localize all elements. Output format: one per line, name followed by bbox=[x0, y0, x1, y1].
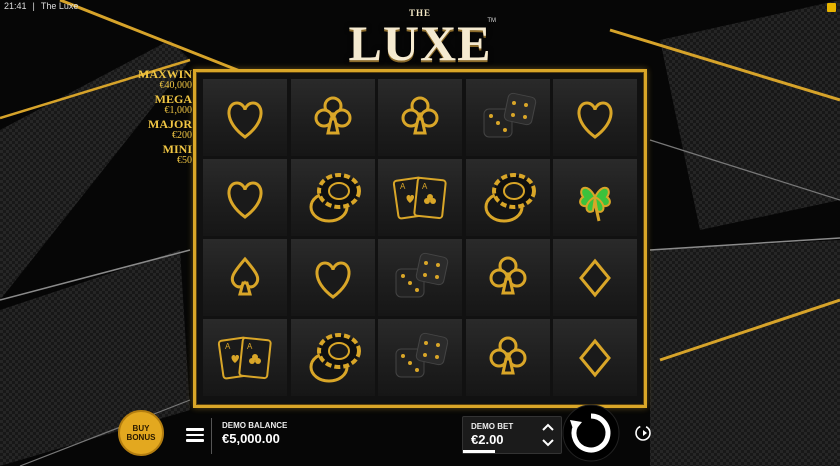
menu-icon[interactable] bbox=[186, 428, 204, 442]
jackpot-name: MAJOR bbox=[148, 117, 192, 131]
reel-frame: AAAA bbox=[193, 69, 647, 408]
reel-cell bbox=[553, 319, 637, 396]
heart-symbol-icon bbox=[577, 101, 613, 139]
status-bar: 21:41 | The Luxe bbox=[4, 1, 78, 11]
reel-cell bbox=[465, 79, 550, 156]
bet-value: €2.00 bbox=[471, 432, 504, 447]
bet-label: DEMO BET bbox=[471, 422, 514, 431]
cards-symbol-icon: AA bbox=[392, 176, 447, 220]
spade-symbol-icon bbox=[230, 256, 260, 296]
jackpot-panel: MAXWIN €40,000 MEGA €1,000 MAJOR €200 MI… bbox=[136, 68, 192, 168]
jackpot-name: MAXWIN bbox=[138, 67, 192, 81]
reel-cell bbox=[378, 319, 462, 396]
chevron-up-icon[interactable] bbox=[542, 423, 554, 431]
buy-bonus-label: BUY BONUS bbox=[126, 424, 156, 442]
jackpot-maxwin: MAXWIN €40,000 bbox=[136, 68, 192, 91]
status-app-title: The Luxe bbox=[40, 1, 79, 11]
heart-symbol-icon bbox=[315, 261, 350, 299]
reel-cell bbox=[465, 319, 550, 396]
reel-cell bbox=[378, 239, 462, 316]
reel-cell bbox=[465, 239, 550, 316]
dice-symbol-icon bbox=[395, 252, 449, 298]
chips-symbol-icon bbox=[484, 173, 536, 223]
status-separator: | bbox=[32, 1, 35, 11]
reel-cell bbox=[203, 239, 287, 316]
chips-symbol-icon bbox=[309, 173, 361, 223]
svg-text:A: A bbox=[247, 342, 253, 351]
reel-cell bbox=[203, 159, 287, 236]
reel-cell bbox=[553, 79, 637, 156]
jackpot-mega: MEGA €1,000 bbox=[136, 93, 192, 116]
club-symbol-icon bbox=[489, 256, 526, 295]
game-logo: THE LUXE TM bbox=[320, 6, 520, 71]
jackpot-name: MINI bbox=[162, 142, 192, 156]
jackpot-mini: MINI €50 bbox=[136, 143, 192, 166]
buy-bonus-button[interactable]: BUY BONUS bbox=[118, 410, 164, 456]
jackpot-major: MAJOR €200 bbox=[136, 118, 192, 141]
reel-cell bbox=[290, 239, 375, 316]
reel-grid: AAAA bbox=[203, 79, 637, 398]
reel-cell bbox=[465, 159, 550, 236]
reel-cell: AA bbox=[378, 159, 462, 236]
cards-symbol-icon: AA bbox=[217, 336, 272, 380]
divider bbox=[211, 418, 212, 454]
bet-stepper bbox=[542, 423, 554, 447]
reel-cell bbox=[290, 159, 375, 236]
club-symbol-icon bbox=[314, 96, 351, 135]
autoplay-icon bbox=[635, 425, 651, 441]
reel-cell bbox=[203, 79, 287, 156]
logo-tm: TM bbox=[487, 18, 496, 24]
club-symbol-icon bbox=[401, 96, 439, 135]
autoplay-button[interactable] bbox=[632, 422, 654, 444]
jackpot-value: €200 bbox=[172, 130, 192, 141]
reel-cell bbox=[553, 239, 637, 316]
reel-cell bbox=[378, 79, 462, 156]
svg-text:A: A bbox=[422, 182, 428, 191]
reel-cell: AA bbox=[203, 319, 287, 396]
reel-cell bbox=[290, 79, 375, 156]
clover-symbol-icon bbox=[579, 186, 611, 222]
club-symbol-icon bbox=[489, 336, 526, 375]
bet-level-bar bbox=[463, 450, 495, 453]
jackpot-value: €50 bbox=[177, 155, 192, 166]
jackpot-value: €40,000 bbox=[159, 80, 193, 91]
dice-symbol-icon bbox=[483, 92, 536, 138]
chips-symbol-icon bbox=[309, 333, 361, 383]
spin-button[interactable] bbox=[562, 404, 620, 462]
diamond-symbol-icon bbox=[579, 338, 611, 378]
app-logo-icon bbox=[827, 3, 836, 12]
dice-symbol-icon bbox=[395, 332, 449, 378]
balance-label: DEMO BALANCE bbox=[222, 421, 288, 430]
heart-symbol-icon bbox=[227, 101, 263, 139]
jackpot-value: €1,000 bbox=[164, 105, 193, 116]
jackpot-name: MEGA bbox=[154, 92, 192, 106]
status-time: 21:41 bbox=[4, 1, 27, 11]
heart-symbol-icon bbox=[227, 181, 263, 219]
svg-text:A: A bbox=[225, 342, 231, 351]
reel-cell bbox=[553, 159, 637, 236]
bet-panel: DEMO BET €2.00 bbox=[462, 416, 562, 454]
chevron-down-icon[interactable] bbox=[542, 439, 554, 447]
balance-value: €5,000.00 bbox=[222, 431, 280, 446]
reel-cell bbox=[290, 319, 375, 396]
diamond-symbol-icon bbox=[579, 258, 611, 298]
svg-text:A: A bbox=[400, 182, 406, 191]
